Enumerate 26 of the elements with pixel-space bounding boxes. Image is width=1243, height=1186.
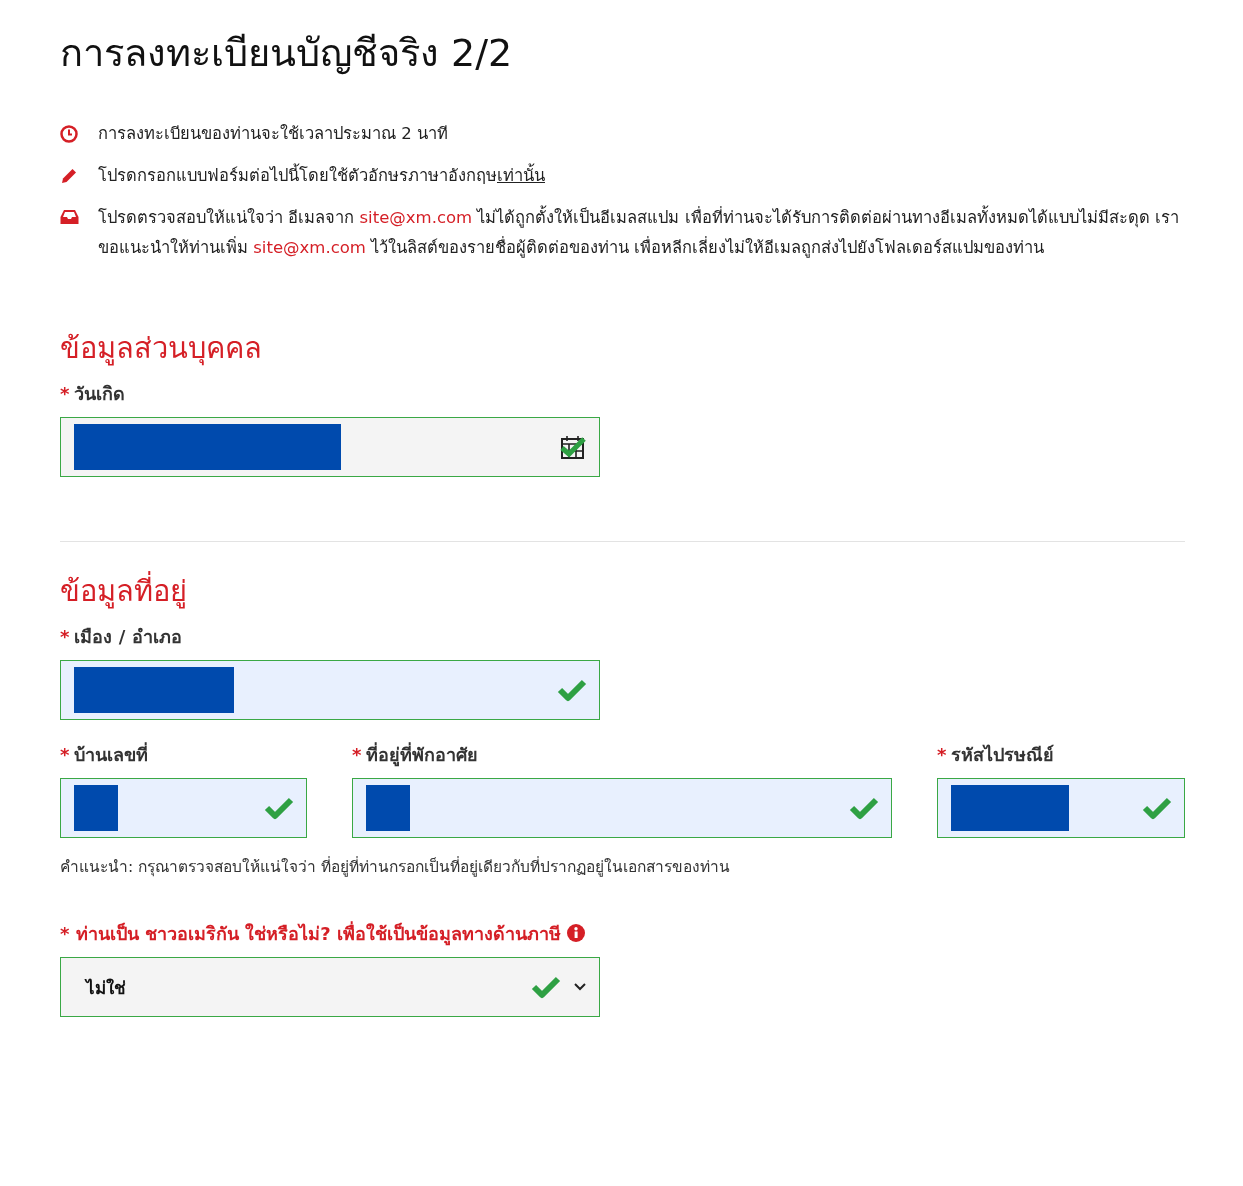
- select-field[interactable]: ไม่ใช่: [60, 957, 600, 1017]
- email-link[interactable]: site@xm.com: [253, 238, 366, 257]
- date-field[interactable]: [60, 417, 600, 477]
- field-label: * บ้านเลขที่: [60, 741, 150, 767]
- chevron-down-icon: [573, 982, 587, 992]
- pencil-icon: [60, 167, 78, 185]
- page-title: การลงทะเบียนบัญชีจริง 2/2: [60, 30, 514, 77]
- field-label: * รหัสไปรษณีย์: [937, 743, 1056, 767]
- section-heading: ข้อมูลส่วนบุคคล: [60, 330, 263, 368]
- notice-text: โปรดกรอกแบบฟอร์มต่อไปนี้โดยใช้ตัวอักษรภาษาอังกฤษเท่านั้น: [98, 161, 1185, 191]
- input-field[interactable]: [352, 778, 892, 838]
- field-label: * ที่อยู่ที่พักอาศัย: [352, 741, 480, 769]
- select-value: ไม่ใช่: [83, 976, 126, 1000]
- inbox-icon: [60, 209, 79, 225]
- hint-text: คำแนะนำ: กรุณาตรวจสอบให้แน่ใจว่า ที่อยู่ที่ท่านกรอกเป็นที่อยู่เดียวกับที่ปรากฏอยู่ในเอกสารของท่าน: [60, 855, 732, 879]
- input-field[interactable]: [60, 660, 600, 720]
- section-heading: ข้อมูลที่อยู่: [60, 568, 1185, 614]
- notice-text: โปรดตรวจสอบให้แน่ใจว่า อีเมลจาก site@xm.com ไม่ได้ถูกตั้งให้เป็นอีเมลสแปม เพื่อที่ท่านจะได้รับการติดต่อผ่านทางอีเมลทั้งหมดได้แบบไม่มีสะดุด เราขอแนะนำให้ท่านเพิ่ม site@xm.com ไว้ในลิสต์ของรายชื่อผู้ติดต่อของท่าน เพื่อหลีกเลี่ยงไม่ให้อีเมลถูกส่งไปยังโฟลเดอร์สแปมของท่าน: [98, 203, 1185, 263]
- input-field[interactable]: [937, 778, 1185, 838]
- clock-icon: [60, 125, 78, 143]
- field-label: * วันเกิด: [60, 382, 127, 406]
- input-field[interactable]: [60, 778, 307, 838]
- notice-text: การลงทะเบียนของท่านจะใช้เวลาประมาณ 2 นาที: [98, 123, 449, 145]
- email-link[interactable]: site@xm.com: [359, 208, 473, 227]
- question-label: * ท่านเป็น ชาวอเมริกัน ใช่หรือไม่? เพื่อใช้เป็นข้อมูลทางด้านภาษี: [60, 919, 600, 949]
- field-label: * เมือง / อำเภอ: [60, 625, 183, 649]
